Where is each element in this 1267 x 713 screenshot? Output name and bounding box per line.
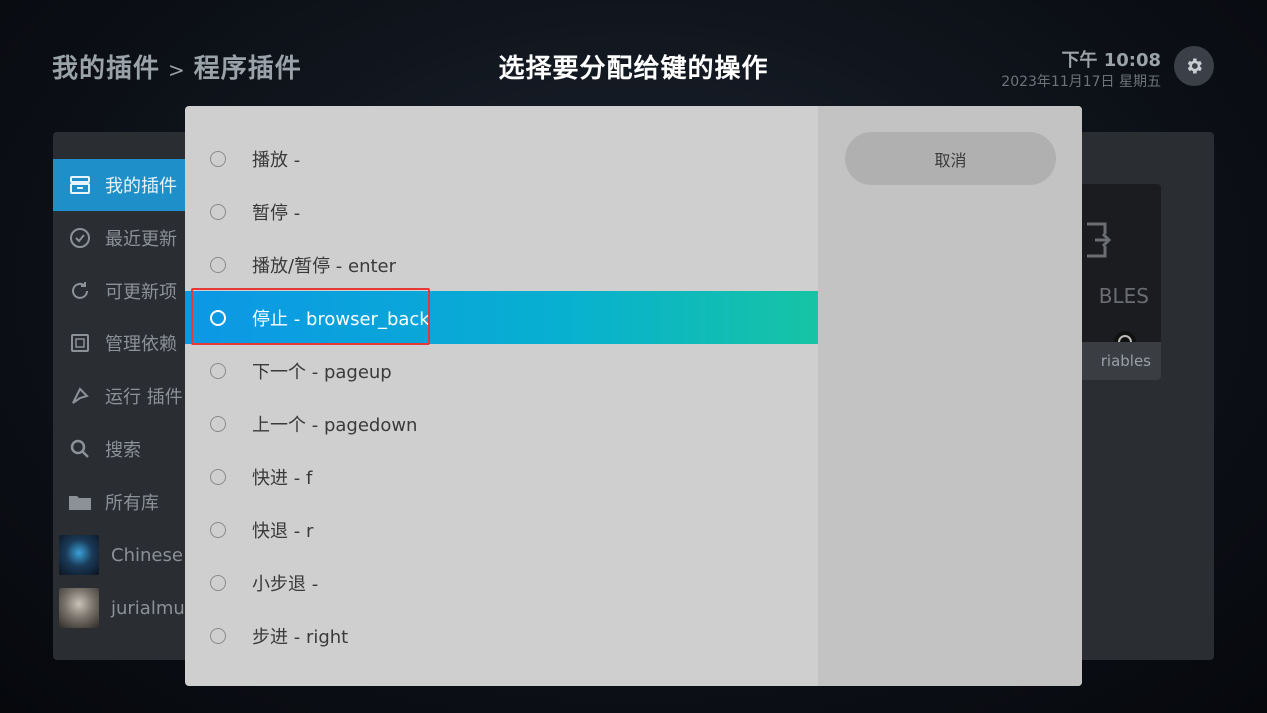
action-option-label: 上一个 - pagedown [252,414,418,436]
sidebar-item-search[interactable]: 搜索 [53,423,188,475]
action-option-step-forward[interactable]: 步进 - right [185,609,818,662]
action-option-rewind[interactable]: 快退 - r [185,503,818,556]
action-option-play[interactable]: 播放 - [185,132,818,185]
action-option-small-step-back[interactable]: 小步退 - [185,556,818,609]
addon-card[interactable]: BLES riables [1075,184,1161,380]
action-option-label: 播放 - [252,149,301,171]
radio-icon [210,574,226,591]
addon-art-icon [1087,222,1112,258]
gear-icon [1187,58,1202,74]
action-option-previous[interactable]: 上一个 - pagedown [185,397,818,450]
radio-icon [210,521,226,538]
clock-date: 2023年11月17日 星期五 [1001,74,1161,90]
sidebar-item-label: 所有库 [105,493,159,514]
action-option-play-pause[interactable]: 播放/暂停 - enter [185,238,818,291]
dialog-button-panel [818,106,1082,686]
sidebar-item-my-addons[interactable]: 我的插件 [53,159,188,211]
sidebar-item-recent-updates[interactable]: 最近更新 [53,212,188,264]
action-option-label: 小步退 - [252,573,319,595]
sidebar-item-available-updates[interactable]: 可更新项 [53,265,188,317]
sidebar-item-label: 我的插件 [105,176,177,197]
dependencies-icon [67,330,93,356]
action-option-fast-forward[interactable]: 快进 - f [185,450,818,503]
radio-icon [210,309,226,326]
action-option-label: 快退 - r [252,520,314,542]
action-option-label: 停止 - browser_back [252,308,430,330]
action-option-label: 暂停 - [252,202,301,224]
radio-icon [210,150,226,167]
action-option-pause[interactable]: 暂停 - [185,185,818,238]
action-list: 播放 - 暂停 - 播放/暂停 - enter 停止 - browser_bac… [185,132,818,662]
recent-update-icon [67,225,93,251]
update-refresh-icon [67,278,93,304]
cancel-button[interactable]: 取消 [845,132,1056,185]
radio-icon [210,203,226,220]
settings-button[interactable] [1174,46,1214,86]
clock: 下午 10:08 2023年11月17日 星期五 [1001,46,1161,91]
run-addon-icon [67,383,93,409]
sidebar-item-manage-dependencies[interactable]: 管理依赖 [53,317,188,369]
radio-icon [210,256,226,273]
folder-icon [67,489,93,515]
sidebar-item-run-addon[interactable]: 运行 插件 [53,370,188,422]
radio-icon [210,415,226,432]
sidebar-item-all-libraries[interactable]: 所有库 [53,476,188,528]
addon-box-icon [67,172,93,198]
addon-thumbnail [59,535,99,575]
select-action-dialog: 播放 - 暂停 - 播放/暂停 - enter 停止 - browser_bac… [185,106,1082,686]
user-thumbnail [59,588,99,628]
action-option-next[interactable]: 下一个 - pageup [185,344,818,397]
search-icon [67,436,93,462]
addon-card-caption: riables [1075,342,1161,380]
action-option-stop[interactable]: 停止 - browser_back [185,288,818,345]
addon-art-text: BLES [1098,284,1149,308]
radio-icon [210,627,226,644]
sidebar-item-user-addon[interactable]: jurialmunk [53,582,188,634]
sidebar-item-label: 管理依赖 [105,334,177,355]
sidebar-item-label: 可更新项 [105,282,177,303]
action-option-label: 下一个 - pageup [252,361,392,383]
action-option-label: 步进 - right [252,626,349,648]
radio-icon [210,468,226,485]
radio-icon [210,362,226,379]
sidebar-item-label: 最近更新 [105,229,177,250]
sidebar-item-label: jurialmunk [111,597,188,619]
sidebar-item-label: 运行 插件 [105,387,183,408]
sidebar-item-chinese-addon[interactable]: Chinese A [53,529,188,581]
sidebar-item-label: 搜索 [105,440,141,461]
sidebar-item-label: Chinese A [111,544,188,566]
action-option-label: 播放/暂停 - enter [252,255,397,277]
clock-time: 下午 10:08 [1061,50,1161,71]
action-option-label: 快进 - f [252,467,313,489]
